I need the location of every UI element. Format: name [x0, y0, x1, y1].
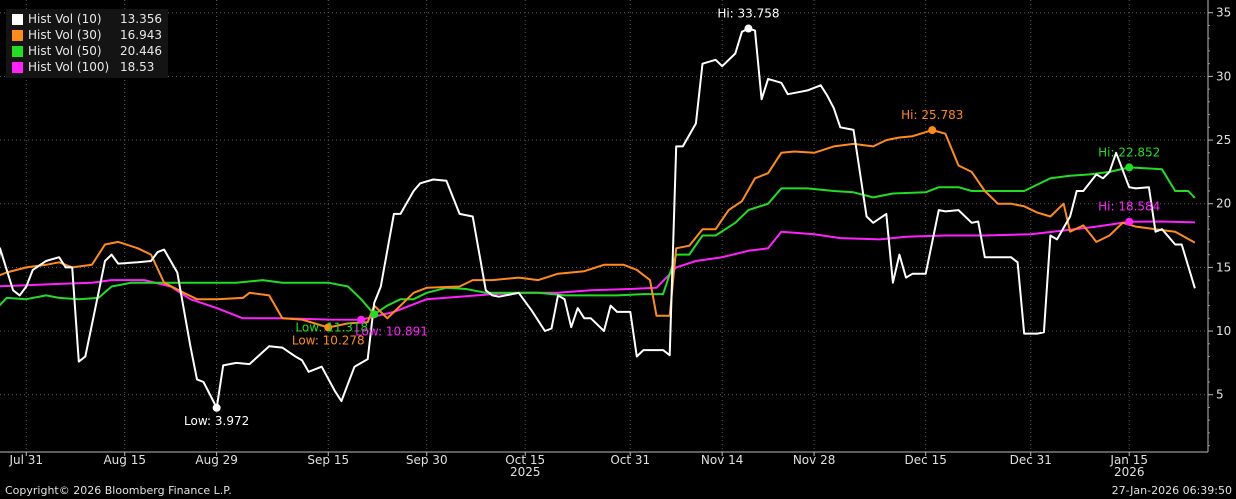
legend-value: 20.446: [120, 44, 162, 58]
legend-swatch: [12, 61, 23, 73]
legend-swatch: [12, 29, 23, 41]
y-tick-label: 5: [1216, 388, 1224, 402]
grid-lines: [0, 0, 1208, 452]
y-tick-label: 30: [1216, 69, 1231, 83]
legend-label: Hist Vol (10): [28, 12, 102, 26]
x-tick-label: Oct 31: [610, 453, 650, 467]
annotation-label: Hi: 18.584: [1098, 200, 1160, 214]
annotation-marker: [212, 403, 221, 412]
series-line-hist-vol-10: [0, 27, 1196, 409]
legend-entry-hist-vol-50: Hist Vol (50) 20.446: [12, 43, 162, 59]
x-tick-label: Aug 15: [103, 453, 146, 467]
volatility-chart: 5101520253035Jul 31 Aug 15 Aug 29 Sep 15 Sep…: [0, 0, 1231, 479]
annotation-label: Low: 3.972: [184, 414, 249, 428]
annotation-marker: [357, 315, 366, 324]
x-tick-label: Nov 14: [701, 453, 744, 467]
series-line-hist-vol-30: [0, 129, 1196, 329]
legend-value: 16.943: [120, 28, 162, 42]
legend-label: Hist Vol (50): [28, 44, 102, 58]
legend-value: 13.356: [120, 12, 162, 26]
x-tick-label: Dec 31: [1010, 453, 1052, 467]
x-tick-label: Jul 31: [8, 453, 43, 467]
x-tick-label: Sep 15: [307, 453, 349, 467]
annotation-marker: [370, 310, 379, 319]
annotation-markers: Hi: 33.758 Low: 3.972 Hi: 25.783 Low: 10.27…: [184, 7, 1160, 428]
series-lines: [0, 27, 1196, 409]
y-tick-label: 25: [1216, 133, 1231, 147]
annotation-label: Low: 10.891: [355, 325, 428, 339]
y-tick-label: 15: [1216, 260, 1231, 274]
x-tick-label: Aug 29: [195, 453, 238, 467]
annotation-marker: [744, 24, 753, 33]
annotation-marker: [1125, 217, 1134, 226]
timestamp-text: 27-Jan-2026 06:39:50: [1111, 484, 1232, 497]
x-year-label: 2025: [510, 465, 541, 479]
series-line-hist-vol-100: [0, 220, 1195, 321]
legend-label: Hist Vol (100): [28, 60, 110, 74]
x-year-label: 2026: [1114, 465, 1145, 479]
legend: Hist Vol (10) 13.356 Hist Vol (30) 16.94…: [6, 9, 168, 78]
annotation-marker: [928, 126, 937, 135]
copyright-text: Copyright© 2026 Bloomberg Finance L.P.: [5, 484, 232, 497]
legend-entry-hist-vol-100: Hist Vol (100) 18.53: [12, 59, 162, 75]
legend-label: Hist Vol (30): [28, 28, 102, 42]
y-tick-label: 20: [1216, 197, 1231, 211]
axes: 5101520253035Jul 31 Aug 15 Aug 29 Sep 15 Sep…: [0, 0, 1231, 479]
y-tick-label: 10: [1216, 324, 1231, 338]
x-tick-label: Nov 28: [793, 453, 836, 467]
x-tick-label: Sep 30: [406, 453, 448, 467]
annotation-label: Low: 10.278: [292, 334, 365, 348]
x-tick-label: Dec 15: [905, 453, 947, 467]
y-tick-label: 35: [1216, 6, 1231, 20]
legend-value: 18.53: [120, 60, 155, 74]
annotation-label: Hi: 25.783: [901, 108, 963, 122]
annotation-label: Hi: 22.852: [1098, 145, 1160, 159]
annotation-marker: [1125, 163, 1134, 172]
legend-entry-hist-vol-30: Hist Vol (30) 16.943: [12, 27, 162, 43]
legend-swatch: [12, 13, 23, 25]
annotation-label: Hi: 33.758: [717, 7, 779, 21]
legend-swatch: [12, 45, 23, 57]
legend-entry-hist-vol-10: Hist Vol (10) 13.356: [12, 11, 162, 27]
